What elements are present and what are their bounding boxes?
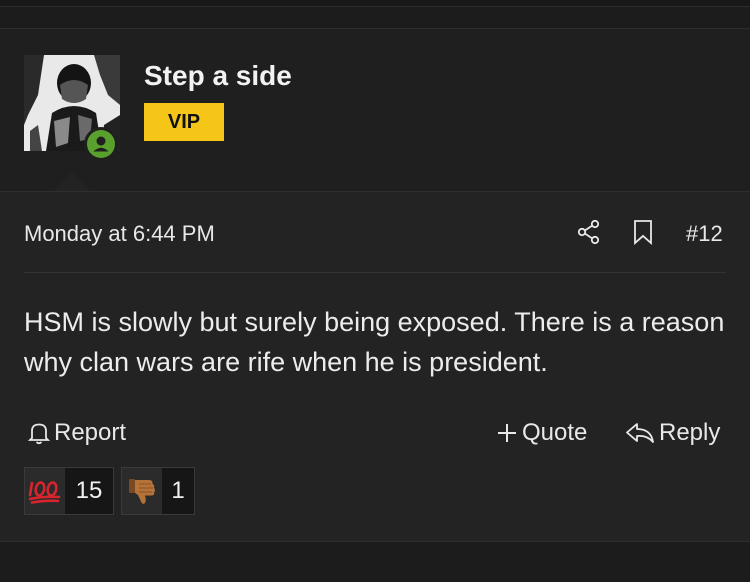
bell-icon bbox=[28, 423, 50, 445]
report-label: Report bbox=[54, 419, 127, 446]
hundred-points-icon bbox=[25, 468, 65, 514]
report-button[interactable]: Report bbox=[28, 419, 126, 447]
plus-icon bbox=[498, 424, 516, 442]
header-pointer-arrow bbox=[54, 172, 90, 191]
post-user-header: Step a side VIP bbox=[0, 29, 750, 192]
post-number-link[interactable]: #12 bbox=[686, 221, 723, 247]
user-badge-vip: VIP bbox=[144, 103, 224, 141]
previous-post-edge bbox=[0, 0, 750, 7]
reaction-hundred[interactable]: 15 bbox=[24, 467, 114, 515]
username[interactable]: Step a side bbox=[144, 60, 292, 92]
reaction-thumbs-down[interactable]: 1 bbox=[121, 467, 195, 515]
quote-label: Quote bbox=[522, 419, 588, 446]
next-post-edge bbox=[0, 562, 750, 582]
divider bbox=[24, 272, 726, 273]
reaction-count: 15 bbox=[75, 477, 103, 504]
thumbs-down-icon bbox=[122, 468, 162, 514]
reply-label: Reply bbox=[659, 419, 721, 446]
reaction-count: 1 bbox=[171, 477, 185, 504]
reply-button[interactable]: Reply bbox=[625, 419, 720, 447]
post-timestamp[interactable]: Monday at 6:44 PM bbox=[24, 221, 215, 247]
forum-post: Step a side VIP Monday at 6:44 PM #12 HS… bbox=[0, 28, 750, 542]
post-body: HSM is slowly but surely being exposed. … bbox=[24, 307, 725, 377]
share-icon[interactable] bbox=[577, 219, 601, 250]
bookmark-icon[interactable] bbox=[633, 219, 653, 250]
quote-button[interactable]: Quote bbox=[496, 419, 587, 447]
reply-arrow-icon bbox=[626, 423, 654, 443]
online-status-icon bbox=[84, 127, 118, 161]
